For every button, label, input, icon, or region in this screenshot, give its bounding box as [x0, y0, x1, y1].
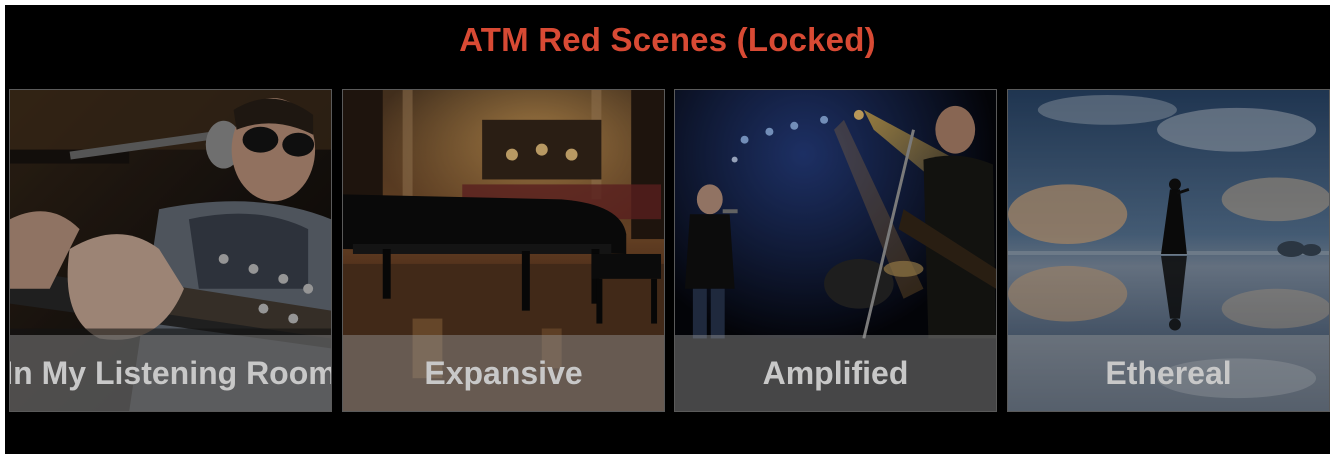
- scene-tile-ethereal[interactable]: Ethereal: [1007, 89, 1330, 412]
- scene-label: Expansive: [424, 354, 583, 391]
- panel-title: ATM Red Scenes (Locked): [459, 21, 876, 58]
- scene-label-bar: Amplified: [675, 335, 996, 411]
- scene-selector-panel: ATM Red Scenes (Locked) In My Listening …: [5, 5, 1330, 454]
- scene-label-bar: Expansive: [343, 335, 664, 411]
- scene-label-bar: In My Listening Room: [10, 335, 331, 411]
- scene-tile-in-my-listening-room[interactable]: In My Listening Room: [9, 89, 332, 412]
- scene-label: Ethereal: [1105, 354, 1232, 391]
- scene-label: Amplified: [762, 354, 909, 391]
- scene-tile-amplified[interactable]: Amplified: [674, 89, 997, 412]
- scene-tile-expansive[interactable]: Expansive: [342, 89, 665, 412]
- scene-label-bar: Ethereal: [1008, 335, 1329, 411]
- scene-label: In My Listening Room: [9, 354, 332, 391]
